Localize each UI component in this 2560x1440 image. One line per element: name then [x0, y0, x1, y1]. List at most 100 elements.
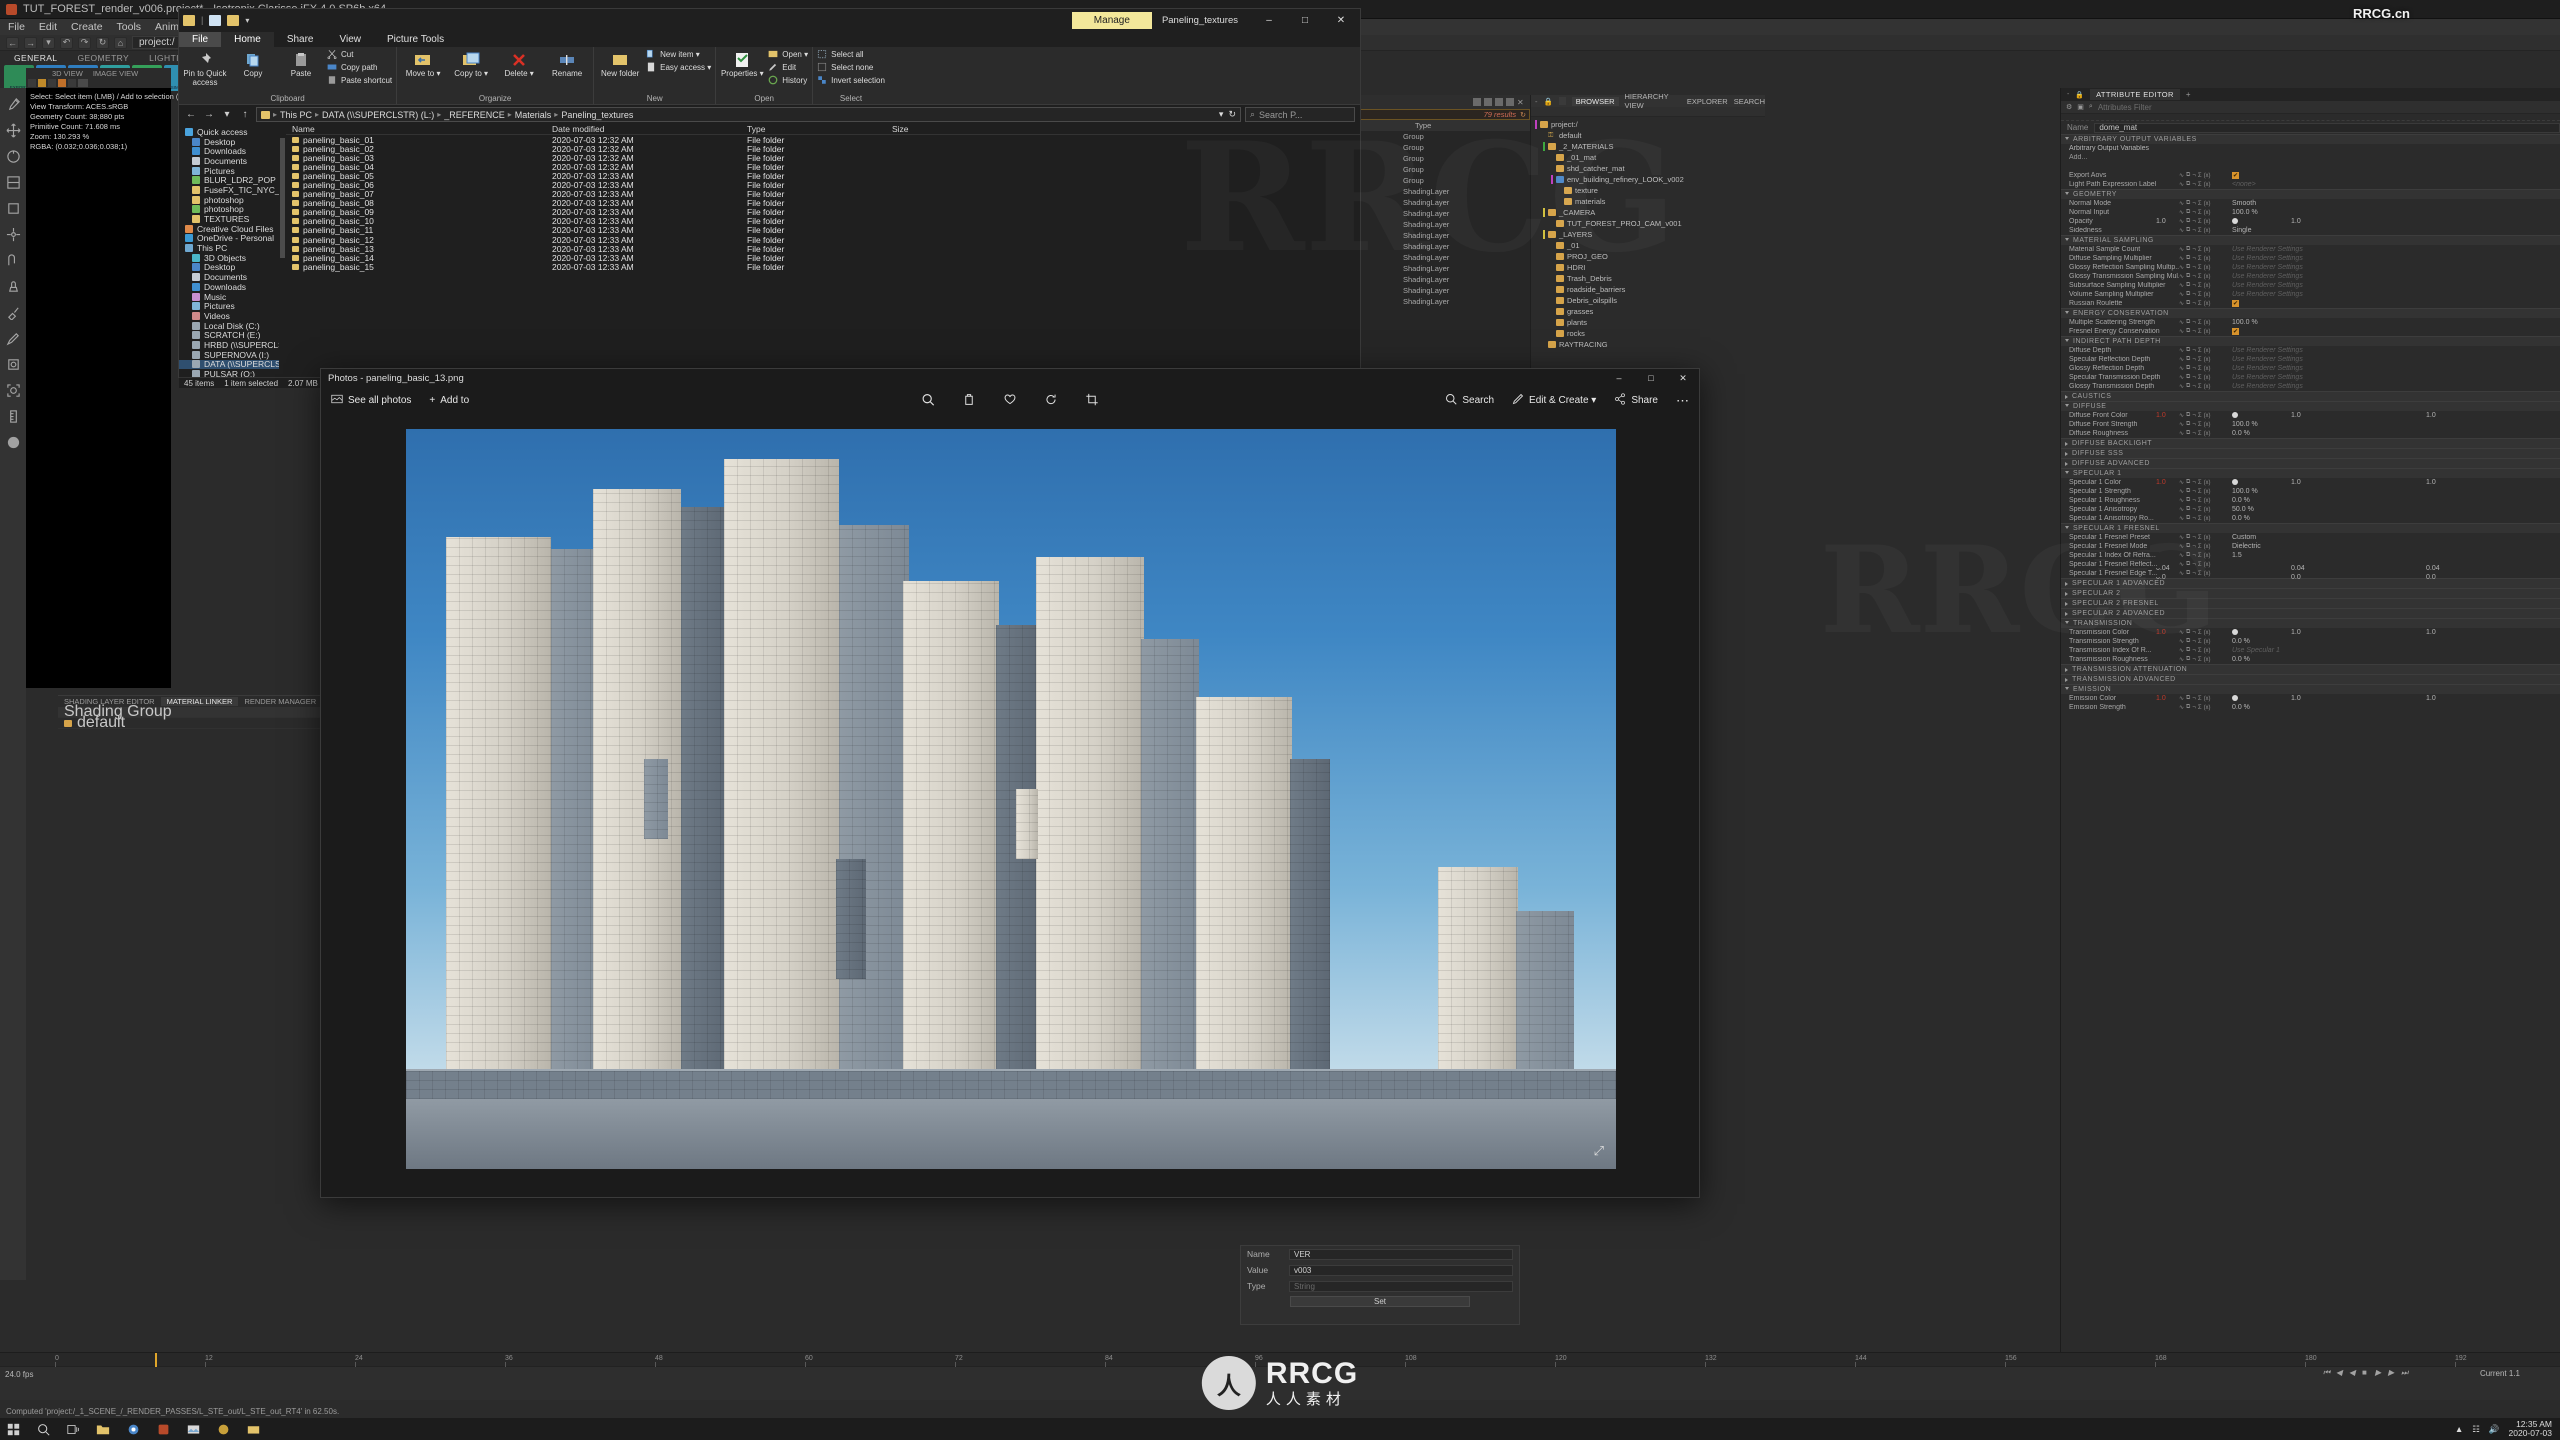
attribute-control-icon[interactable]: ¬ [2192, 357, 2196, 363]
view-list-icon[interactable] [1484, 98, 1492, 106]
attribute-number[interactable]: 1.0 [2291, 479, 2301, 486]
attribute-value[interactable]: 1.0 1.0 1.0 [2156, 628, 2560, 637]
nav-item[interactable]: SUPERNOVA (I:) [179, 350, 279, 360]
attribute-control-icon[interactable]: Σ [2198, 657, 2202, 663]
attribute-control-icon[interactable]: ∿ [2179, 200, 2184, 207]
attribute-value[interactable]: 0.0 % [2229, 497, 2560, 504]
attribute-control-icon[interactable]: ⧉ [2186, 704, 2190, 711]
attribute-control-icon[interactable]: ¬ [2192, 489, 2196, 495]
attribute-value[interactable]: 100.0 % [2229, 319, 2560, 326]
open-button[interactable]: Open ▾ [768, 49, 808, 59]
attribute-control-icon[interactable]: ∿ [2179, 695, 2184, 702]
attribute-control-icon[interactable]: ∿ [2179, 704, 2184, 711]
refresh-icon[interactable]: ↻ [1520, 111, 1526, 119]
checkbox[interactable]: ✔ [2232, 172, 2239, 179]
color-swatch[interactable] [2232, 478, 2238, 485]
attribute-controls[interactable]: ∿ ⧉ ¬ Σ (x) [2179, 656, 2229, 663]
list-item[interactable]: ShadingLayer [1355, 252, 1530, 263]
attribute-control-icon[interactable]: ¬ [2192, 274, 2196, 280]
new-folder-button[interactable]: New folder [598, 49, 642, 78]
crop-icon[interactable] [1086, 393, 1099, 409]
value-editor-set-button[interactable]: Set [1290, 1296, 1470, 1307]
column-header-name[interactable]: Name [286, 124, 546, 134]
attribute-row[interactable]: Normal Mode ∿ ⧉ ¬ Σ (x) Smooth [2061, 199, 2560, 208]
rotate-icon[interactable] [1045, 393, 1058, 409]
attribute-value[interactable]: Dielectric [2229, 543, 2560, 550]
attribute-row[interactable]: Diffuse Sampling Multiplier ∿ ⧉ ¬ Σ (x) Use Re… [2061, 254, 2560, 263]
attribute-control-icon[interactable]: ⧉ [2186, 430, 2190, 437]
attribute-controls[interactable]: ∿ ⧉ ¬ Σ (x) [2179, 218, 2229, 225]
attribute-control-icon[interactable]: ⧉ [2186, 506, 2190, 513]
nav-item[interactable]: Downloads [179, 282, 279, 292]
attribute-value[interactable]: 0.0 % [2229, 515, 2560, 522]
nav-item[interactable]: HRBD (\\SUPERCLSTR) (H:) [179, 340, 279, 350]
attribute-control-icon[interactable]: ∿ [2179, 273, 2184, 280]
attribute-number[interactable]: 1.0 [2426, 695, 2436, 702]
rename-button[interactable]: Rename [545, 49, 589, 78]
explorer-close-button[interactable]: ✕ [1326, 9, 1356, 31]
attribute-section-header[interactable]: DIFFUSE SSS [2061, 448, 2560, 458]
nav-item[interactable]: Pictures [179, 166, 279, 176]
tree-node[interactable]: _01 [1531, 240, 1765, 251]
tree-node[interactable]: RAYTRACING [1531, 339, 1765, 350]
attribute-control-icon[interactable]: ∿ [2179, 543, 2184, 550]
attribute-control-icon[interactable]: ∿ [2179, 255, 2184, 262]
nav-item[interactable]: PULSAR (O:) [179, 369, 279, 377]
nav-item[interactable]: This PC [179, 243, 279, 253]
attribute-control-icon[interactable]: Σ [2198, 265, 2202, 271]
attribute-control-icon[interactable]: ¬ [2192, 498, 2196, 504]
attribute-control-icon[interactable]: ¬ [2192, 256, 2196, 262]
explorer-up-icon[interactable]: ↑ [238, 108, 252, 122]
volume-icon[interactable]: 🔊 [2489, 1424, 2500, 1435]
attribute-row[interactable]: Diffuse Front Color ∿ ⧉ ¬ Σ (x) 1.0 1.0 1.0 [2061, 411, 2560, 420]
attribute-control-icon[interactable]: ⧉ [2186, 209, 2190, 216]
attribute-control-icon[interactable]: ¬ [2192, 705, 2196, 711]
share-button[interactable]: Share [1614, 393, 1658, 408]
ae-name-value[interactable]: dome_mat [2094, 122, 2560, 133]
stamp-tool-icon[interactable] [5, 278, 22, 295]
attribute-control-icon[interactable]: Σ [2198, 553, 2202, 559]
tab-attribute-editor[interactable]: ATTRIBUTE EDITOR [2090, 89, 2180, 100]
attribute-control-icon[interactable]: ∿ [2179, 647, 2184, 654]
attribute-row[interactable]: Multiple Scattering Strength ∿ ⧉ ¬ Σ (x) 100.0… [2061, 318, 2560, 327]
attribute-controls[interactable]: ∿ ⧉ ¬ Σ (x) [2179, 534, 2229, 541]
invert-selection-button[interactable]: Invert selection [817, 75, 885, 85]
menu-tools[interactable]: Tools [117, 21, 142, 33]
next-frame-icon[interactable]: ▶ [2388, 1368, 2397, 1377]
explorer-minimize-button[interactable]: – [1254, 9, 1284, 31]
attribute-controls[interactable]: ∿ ⧉ ¬ Σ (x) [2179, 543, 2229, 550]
attribute-control-icon[interactable]: (x) [2204, 553, 2211, 559]
clarisse-left-toolbar[interactable] [0, 88, 26, 1280]
attribute-number[interactable]: 1.0 [2156, 412, 2166, 419]
attribute-controls[interactable]: ∿ ⧉ ¬ Σ (x) [2179, 365, 2229, 372]
value-editor-type-select[interactable]: String [1289, 1280, 1513, 1292]
attribute-row[interactable]: Specular 1 Anisotropy ∿ ⧉ ¬ Σ (x) 50.0 % [2061, 505, 2560, 514]
attribute-control-icon[interactable]: (x) [2204, 535, 2211, 541]
attribute-controls[interactable]: ∿ ⧉ ¬ Σ (x) [2179, 209, 2229, 216]
tree-node[interactable]: PROJ_GEO [1531, 251, 1765, 262]
tree-node[interactable]: materials [1531, 196, 1765, 207]
attribute-control-icon[interactable]: Σ [2198, 562, 2202, 568]
attribute-control-icon[interactable]: ⧉ [2186, 488, 2190, 495]
attribute-value[interactable]: 1.0 1.0 1.0 [2156, 478, 2560, 487]
attribute-control-icon[interactable]: ⧉ [2186, 638, 2190, 645]
attribute-control-icon[interactable]: (x) [2204, 256, 2211, 262]
attribute-control-icon[interactable]: Σ [2198, 639, 2202, 645]
attribute-controls[interactable]: ∿ ⧉ ¬ Σ (x) [2179, 430, 2229, 437]
tree-node[interactable]: roadside_barriers [1531, 284, 1765, 295]
attribute-control-icon[interactable]: Σ [2198, 283, 2202, 289]
attribute-control-icon[interactable]: ¬ [2192, 219, 2196, 225]
start-icon[interactable] [6, 1422, 20, 1436]
breadcrumb-item-data[interactable]: DATA (\\SUPERCLSTR) (L:) [322, 110, 434, 120]
network-icon[interactable]: ☷ [2472, 1424, 2480, 1435]
attribute-value[interactable]: Use Renderer Settings [2229, 246, 2560, 253]
attribute-row[interactable]: Volume Sampling Multiplier ∿ ⧉ ¬ Σ (x) Use Ren… [2061, 290, 2560, 299]
chevron-down-icon[interactable]: ▾ [245, 16, 249, 25]
attribute-controls[interactable]: ∿ ⧉ ¬ Σ (x) [2179, 181, 2229, 188]
breadcrumb[interactable]: ▸ This PC ▸ DATA (\\SUPERCLSTR) (L:) ▸ _… [256, 107, 1241, 122]
browser-tab-browser[interactable]: BROWSER [1571, 96, 1619, 106]
color-swatch[interactable] [2232, 694, 2238, 701]
attribute-control-icon[interactable]: (x) [2204, 182, 2211, 188]
attribute-number[interactable]: 1.0 [2291, 412, 2301, 419]
nav-item[interactable]: SCRATCH (E:) [179, 330, 279, 340]
